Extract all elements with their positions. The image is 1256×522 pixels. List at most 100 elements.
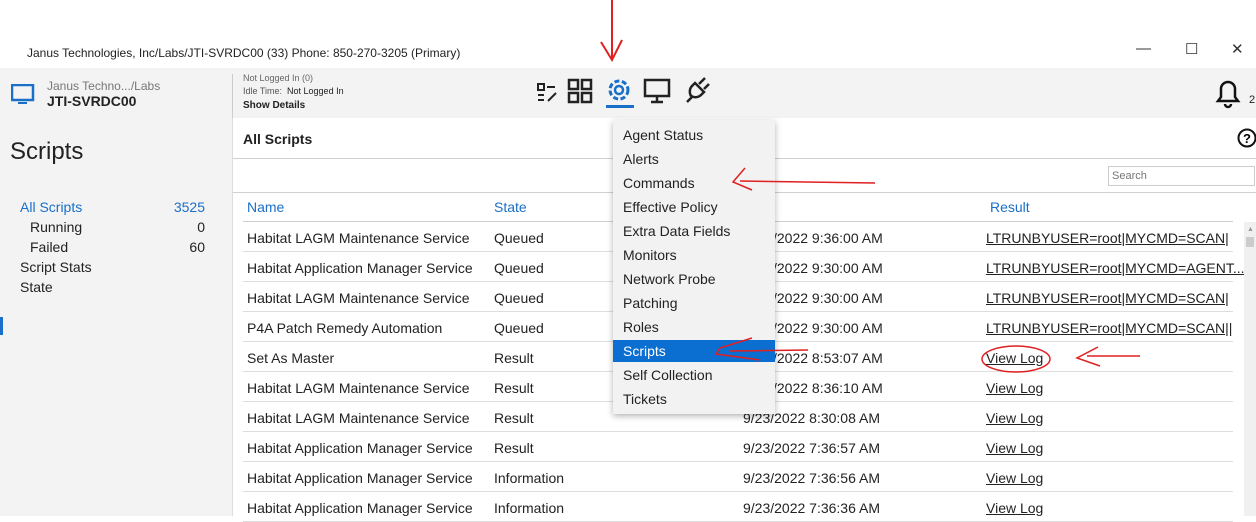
result-link[interactable]: LTRUNBYUSER=root|MYCMD=SCAN|| [986,320,1232,336]
item-count: 60 [189,239,205,255]
notification-count: 2 [1249,94,1256,106]
org-path: Janus Techno.../Labs [47,79,161,93]
page-title: All Scripts [243,131,313,147]
cell-state: Result [494,380,534,396]
table-row[interactable]: Habitat Application Manager Service Infor… [243,492,1233,522]
cell-name: Habitat Application Manager Service [247,440,473,456]
cell-name: Habitat Application Manager Service [247,500,473,516]
vertical-scrollbar[interactable]: ▲ [1244,222,1256,516]
help-icon[interactable]: ? [1237,128,1256,148]
grid-icon[interactable] [567,78,593,104]
result-link[interactable]: LTRUNBYUSER=root|MYCMD=SCAN| [986,230,1229,246]
result-link[interactable]: LTRUNBYUSER=root|MYCMD=AGENT... [986,260,1245,276]
table-row[interactable]: Habitat Application Manager Service Resul… [243,432,1233,462]
active-indicator [0,317,3,335]
cell-date: 9/23/2022 7:36:36 AM [743,500,880,516]
cell-date: /2022 9:36:00 AM [773,230,883,246]
login-status: Not Logged In (0) [243,73,314,83]
menu-item-alerts[interactable]: Alerts [613,148,775,170]
cell-name: Set As Master [247,350,335,366]
title-bar: Janus Technologies, Inc/Labs/JTI-SVRDC00… [0,0,1256,68]
cell-date: /2022 8:53:07 AM [773,350,883,366]
close-button[interactable]: ✕ [1231,40,1244,58]
item-count: 0 [197,219,205,235]
divider [232,74,233,118]
host-name: JTI-SVRDC00 [47,93,137,109]
menu-item-agent-status[interactable]: Agent Status [613,124,775,146]
menu-item-scripts[interactable]: Scripts [613,340,775,362]
item-label: Running [30,219,83,235]
minimize-button[interactable]: — [1136,40,1151,57]
divider [232,118,233,516]
settings-dropdown-menu: Agent Status Alerts Commands Effective Poli… [613,120,775,414]
result-link[interactable]: LTRUNBYUSER=root|MYCMD=SCAN| [986,290,1229,306]
cell-date: /2022 9:30:00 AM [773,320,883,336]
cell-state: Queued [494,320,544,336]
cell-state: Information [494,470,565,486]
menu-item-effective-policy[interactable]: Effective Policy [613,196,775,218]
cell-state: Information [494,500,565,516]
cell-state: Result [494,350,534,366]
cell-state: Queued [494,230,544,246]
cell-state: Queued [494,290,544,306]
result-link[interactable]: View Log [986,440,1043,456]
cell-date: /2022 9:30:00 AM [773,260,883,276]
cell-state: Result [494,440,534,456]
item-label: All Scripts [20,199,83,215]
sidebar-item-all-scripts[interactable]: All Scripts 3525 [20,199,205,215]
menu-item-tickets[interactable]: Tickets [613,388,775,410]
column-header-name[interactable]: Name [247,199,284,215]
sidebar-item-script-stats[interactable]: Script Stats [20,259,205,275]
monitor-icon[interactable] [643,78,671,104]
cell-state: Queued [494,260,544,276]
gear-icon[interactable] [604,76,634,108]
result-link[interactable]: View Log [986,380,1043,396]
scroll-thumb[interactable] [1246,237,1254,247]
cell-name: Habitat LAGM Maintenance Service [247,410,470,426]
result-link[interactable]: View Log [986,500,1043,516]
menu-item-extra-data-fields[interactable]: Extra Data Fields [613,220,775,242]
item-label: Script Stats [20,259,92,275]
window-title: Janus Technologies, Inc/Labs/JTI-SVRDC00… [27,46,461,60]
cell-name: Habitat LAGM Maintenance Service [247,290,470,306]
item-count: 3525 [173,199,205,215]
menu-item-roles[interactable]: Roles [613,316,775,338]
table-row[interactable]: Habitat Application Manager Service Infor… [243,462,1233,492]
sidebar-item-failed[interactable]: Failed 60 [30,239,205,255]
scroll-up-arrow[interactable]: ▲ [1247,226,1254,233]
menu-item-self-collection[interactable]: Self Collection [613,364,775,386]
column-header-state[interactable]: State [494,199,527,215]
cell-name: Habitat Application Manager Service [247,260,473,276]
cell-name: Habitat LAGM Maintenance Service [247,380,470,396]
sidebar: Scripts All Scripts 3525 Running 0 Failed 6… [0,118,232,516]
cell-date: /2022 9:30:00 AM [773,290,883,306]
bell-icon[interactable] [1213,76,1243,110]
search-input[interactable] [1108,166,1255,186]
idle-time: Idle Time: Not Logged In [243,86,344,96]
idle-value: Not Logged In [287,86,344,96]
maximize-button[interactable]: ☐ [1185,40,1198,58]
sidebar-item-state[interactable]: State [20,279,205,295]
cell-date: 9/23/2022 7:36:57 AM [743,440,880,456]
cell-name: Habitat Application Manager Service [247,470,473,486]
result-link[interactable]: View Log [986,350,1043,366]
svg-text:?: ? [1243,131,1251,146]
item-label: Failed [30,239,69,255]
cell-date: /2022 8:36:10 AM [773,380,883,396]
sidebar-item-running[interactable]: Running 0 [30,219,205,235]
edit-checklist-icon[interactable] [536,82,558,104]
column-header-result[interactable]: Result [990,199,1030,215]
cell-date: 9/23/2022 7:36:56 AM [743,470,880,486]
menu-item-network-probe[interactable]: Network Probe [613,268,775,290]
computer-icon [11,84,35,104]
result-link[interactable]: View Log [986,470,1043,486]
plug-icon[interactable] [683,76,711,104]
menu-item-patching[interactable]: Patching [613,292,775,314]
idle-label: Idle Time: [243,86,283,96]
menu-item-monitors[interactable]: Monitors [613,244,775,266]
show-details-link[interactable]: Show Details [243,100,305,111]
result-link[interactable]: View Log [986,410,1043,426]
cell-state: Result [494,410,534,426]
menu-item-commands[interactable]: Commands [613,172,775,194]
cell-name: P4A Patch Remedy Automation [247,320,443,336]
